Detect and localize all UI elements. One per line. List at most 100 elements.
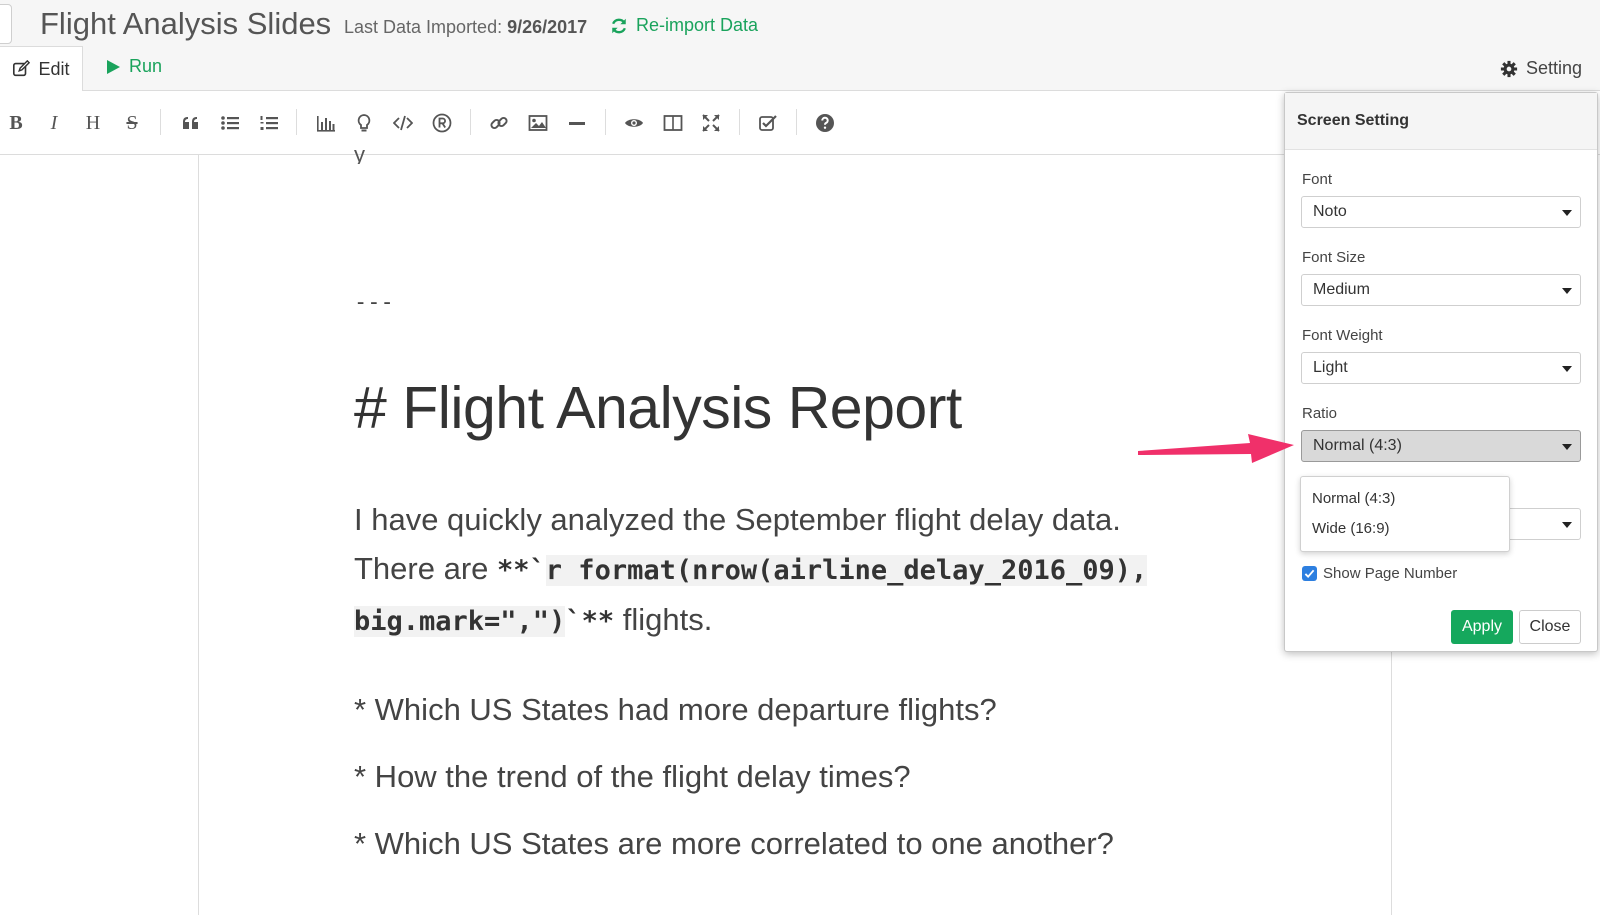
screen-setting-panel: Screen Setting Font Noto Font Size Mediu… — [1284, 92, 1598, 652]
registered-icon — [432, 113, 452, 133]
code-button[interactable] — [389, 109, 417, 137]
bullet-item-3: * Which US States are more correlated to… — [354, 826, 1114, 861]
horizontal-rule-button[interactable] — [563, 109, 591, 137]
tab-run[interactable]: Run — [105, 56, 162, 77]
caret-down-icon — [1562, 444, 1572, 450]
ordered-list-icon — [260, 116, 278, 130]
ratio-select-value: Normal (4:3) — [1313, 437, 1402, 454]
play-icon — [107, 59, 120, 74]
gear-icon — [1500, 60, 1518, 77]
tab-edit-label: Edit — [38, 58, 70, 79]
italic-button[interactable]: I — [40, 109, 68, 137]
toolbar-divider — [605, 109, 606, 135]
markdown-heading: # Flight Analysis Report — [354, 375, 962, 441]
question-icon — [816, 114, 834, 132]
fullscreen-button[interactable] — [697, 109, 725, 137]
list-icon — [221, 116, 239, 130]
italic-icon: I — [50, 111, 58, 134]
ordered-list-button[interactable] — [255, 109, 283, 137]
page-title: Flight Analysis Slides — [40, 6, 332, 41]
check-icon — [1304, 569, 1315, 579]
last-imported-label: Last Data Imported: — [344, 17, 503, 37]
columns-icon — [663, 115, 683, 131]
preview-button[interactable] — [620, 109, 648, 137]
chart-button[interactable] — [312, 109, 340, 137]
lightbulb-icon — [357, 114, 371, 132]
bullet-item-2: * How the trend of the flight delay time… — [354, 759, 911, 794]
ratio-option-wide[interactable]: Wide (16:9) — [1312, 520, 1390, 537]
inline-code-1: r format(nrow(airline_delay_2016_09), — [545, 555, 1148, 586]
ratio-label: Ratio — [1302, 405, 1338, 422]
reimport-button[interactable]: Re-import Data — [610, 15, 758, 36]
font-select[interactable]: Noto — [1301, 196, 1581, 228]
back-tab[interactable] — [0, 4, 12, 44]
horizontal-rule-icon — [569, 122, 585, 125]
close-button[interactable]: Close — [1519, 610, 1581, 644]
toolbar-divider — [160, 109, 161, 135]
show-page-number-checkbox[interactable] — [1302, 566, 1317, 581]
para-stars-close: `** — [565, 606, 615, 637]
markdown-separator: --- — [354, 290, 394, 315]
para-line-1: I have quickly analyzed the September fl… — [354, 502, 1121, 537]
ratio-dropdown: Normal (4:3) Wide (16:9) — [1300, 476, 1510, 552]
apply-button[interactable]: Apply — [1451, 610, 1513, 644]
toolbar-divider — [296, 109, 297, 135]
last-imported: Last Data Imported: 9/26/2017 — [344, 17, 587, 38]
side-by-side-button[interactable] — [659, 109, 687, 137]
last-imported-date: 9/26/2017 — [507, 17, 588, 37]
font-weight-label: Font Weight — [1302, 327, 1383, 344]
para-there-are: There are — [354, 551, 498, 586]
ratio-option-normal[interactable]: Normal (4:3) — [1312, 490, 1395, 507]
setting-label: Setting — [1526, 58, 1583, 78]
toolbar-divider — [470, 109, 471, 135]
show-page-number-label: Show Page Number — [1323, 565, 1458, 582]
checklist-button[interactable] — [754, 109, 782, 137]
toolbar-divider — [739, 109, 740, 135]
refresh-icon — [612, 18, 626, 33]
code-icon — [393, 115, 413, 131]
unordered-list-button[interactable] — [216, 109, 244, 137]
font-select-value: Noto — [1313, 203, 1347, 220]
heading-button[interactable]: H — [79, 109, 107, 137]
link-button[interactable] — [485, 109, 513, 137]
para-flights: flights. — [614, 602, 713, 637]
annotation-arrow-icon — [1138, 434, 1294, 463]
quote-button[interactable] — [177, 109, 205, 137]
eye-icon — [625, 119, 643, 127]
strikethrough-button[interactable]: S — [118, 109, 146, 137]
bar-chart-icon — [317, 116, 335, 132]
bullet-item-1: * Which US States had more departure fli… — [354, 692, 997, 727]
font-weight-select-value: Light — [1313, 359, 1348, 376]
show-page-number-row[interactable]: Show Page Number — [1302, 565, 1457, 582]
font-size-label: Font Size — [1302, 249, 1366, 266]
ratio-select[interactable]: Normal (4:3) — [1301, 430, 1581, 462]
edit-icon — [13, 60, 31, 77]
bold-icon: B — [9, 111, 23, 134]
tab-edit[interactable]: Edit — [0, 46, 83, 91]
inline-code-2: big.mark=",") — [354, 606, 566, 637]
font-size-select[interactable]: Medium — [1301, 274, 1581, 306]
setting-button[interactable]: Setting — [1500, 58, 1582, 79]
caret-down-icon — [1562, 210, 1572, 216]
tab-run-label: Run — [129, 56, 163, 76]
toolbar-divider — [796, 109, 797, 135]
image-icon — [528, 115, 548, 131]
para-stars-open: **` — [497, 555, 546, 586]
reimport-label: Re-import Data — [636, 15, 759, 35]
quote-icon — [183, 117, 198, 129]
registered-button[interactable] — [428, 109, 456, 137]
caret-down-icon — [1562, 288, 1572, 294]
heading-icon: H — [85, 111, 101, 134]
font-weight-select[interactable]: Light — [1301, 352, 1581, 384]
bold-button[interactable]: B — [2, 109, 30, 137]
image-button[interactable] — [524, 109, 552, 137]
expand-icon — [702, 114, 720, 132]
panel-title: Screen Setting — [1285, 93, 1597, 150]
strikethrough-icon: S — [126, 111, 138, 134]
font-label: Font — [1302, 171, 1333, 188]
markdown-paragraph: I have quickly analyzed the September fl… — [354, 495, 1154, 646]
hint-button[interactable] — [350, 109, 378, 137]
help-button[interactable] — [811, 109, 839, 137]
caret-down-icon — [1562, 366, 1572, 372]
clipped-line: y — [354, 148, 365, 164]
